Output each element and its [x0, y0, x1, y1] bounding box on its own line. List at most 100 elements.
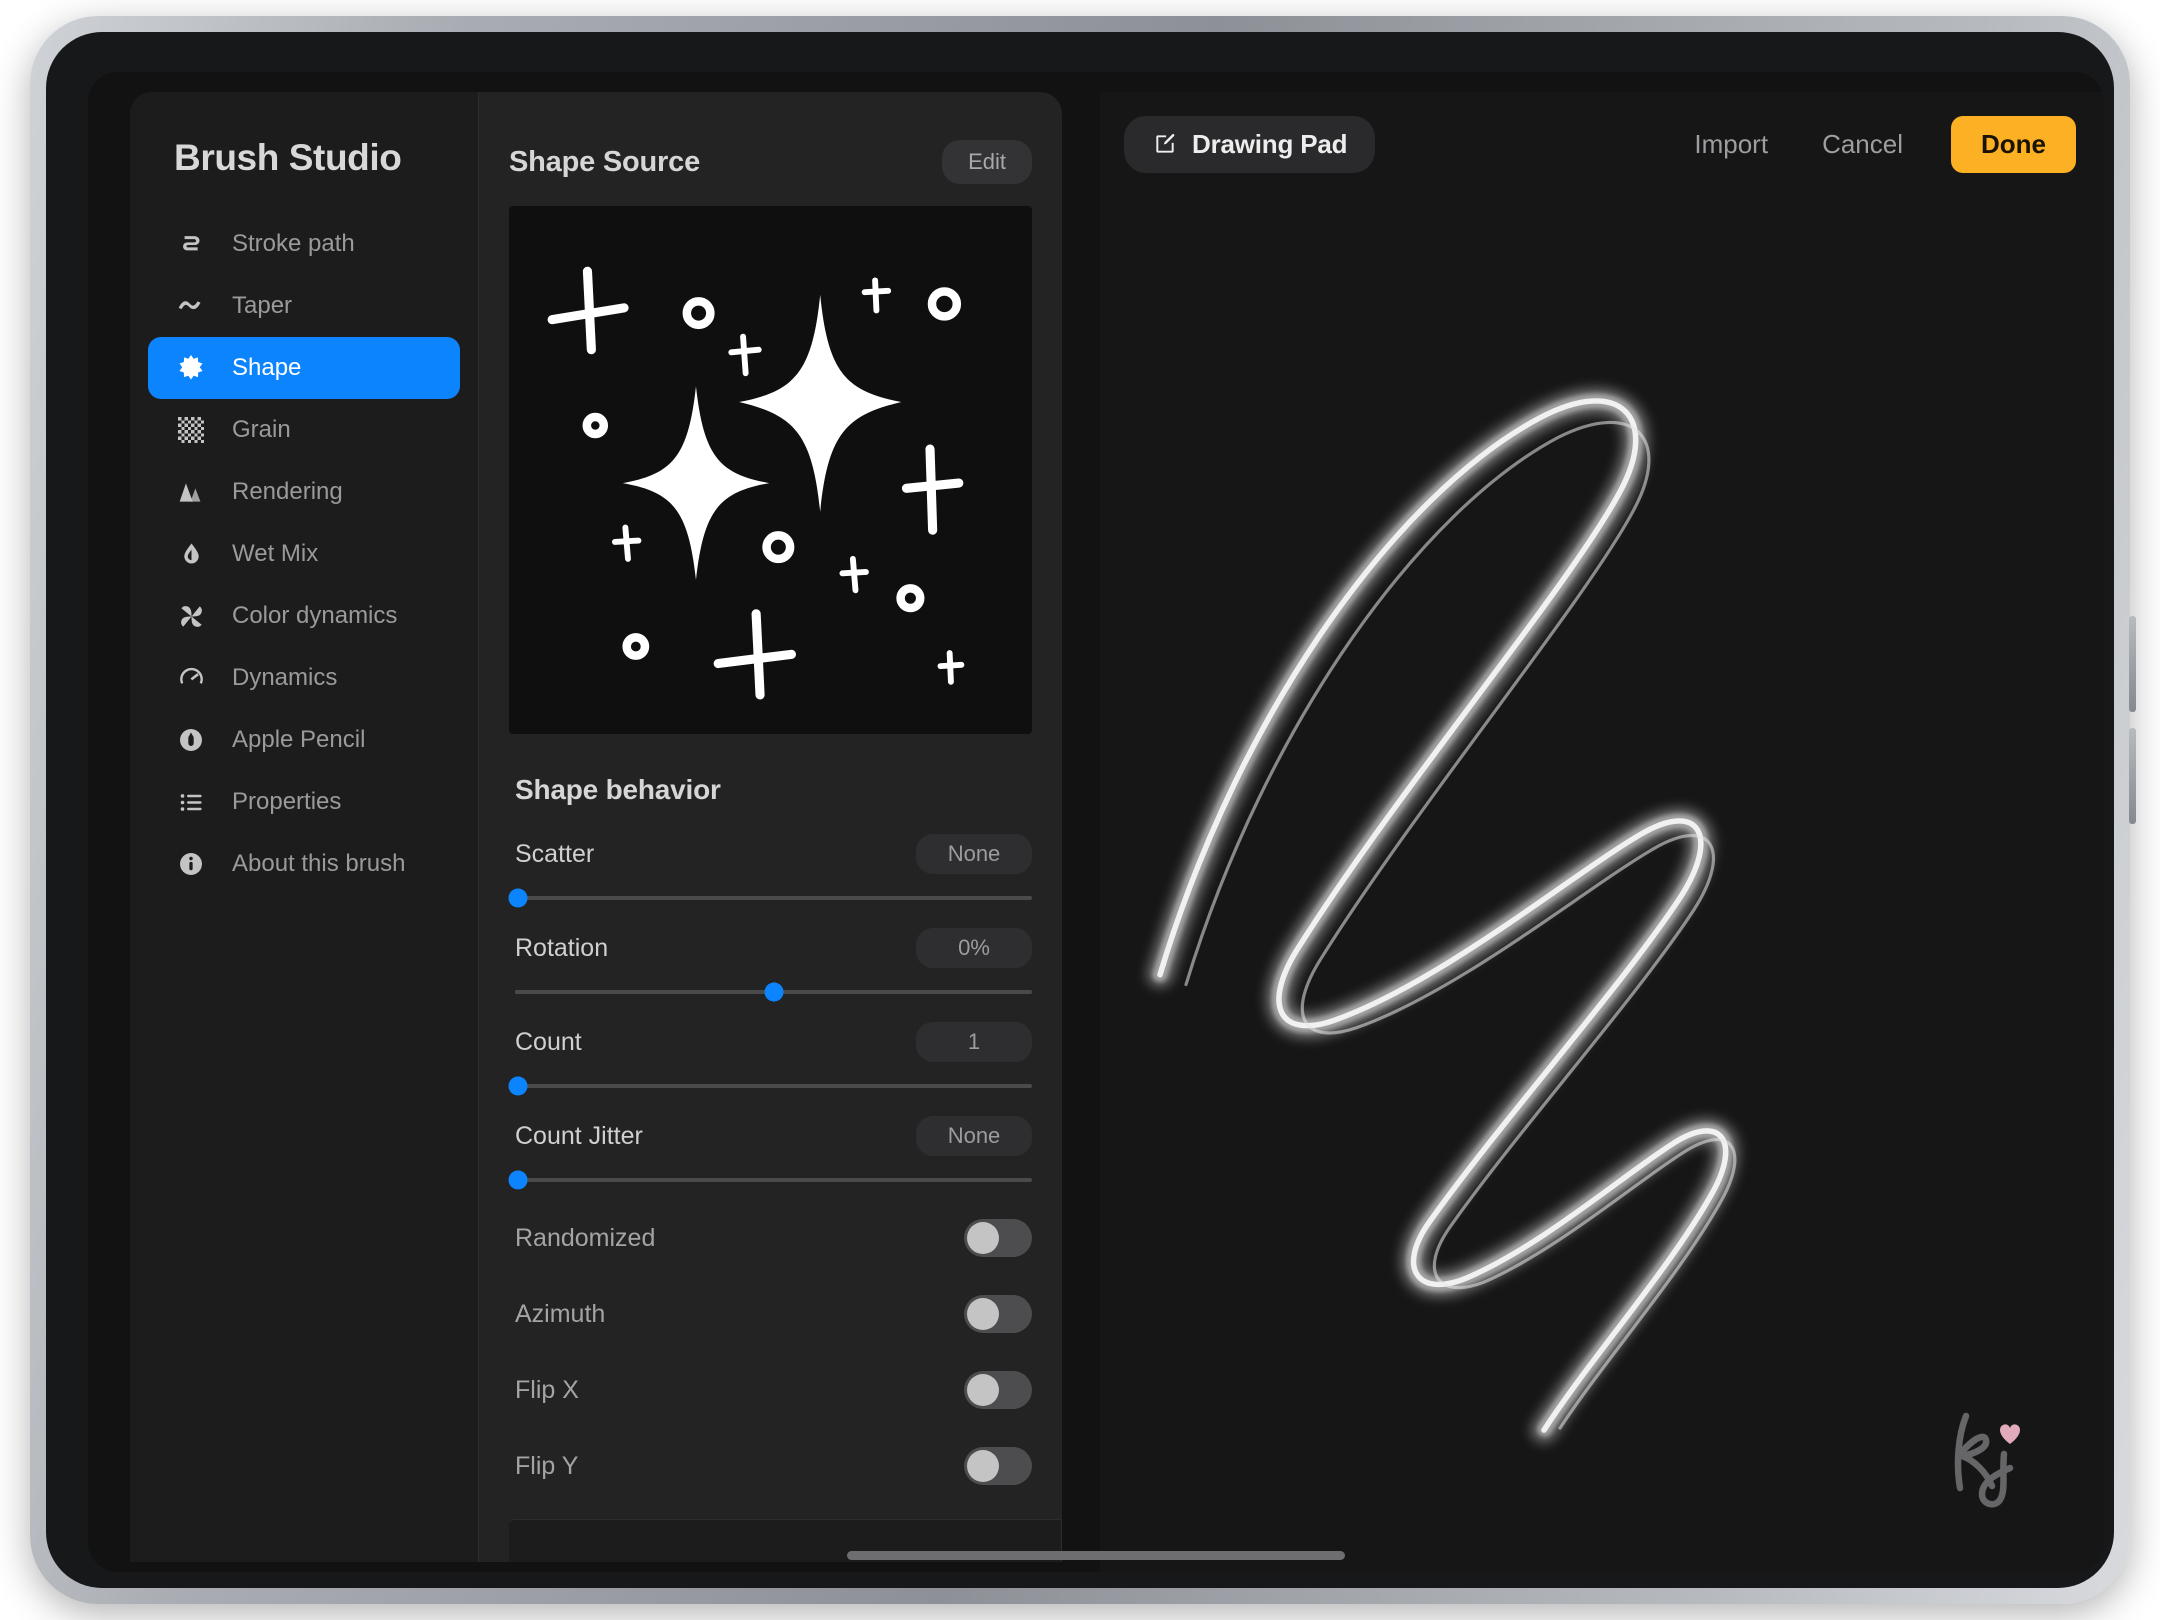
- info-icon: [174, 847, 208, 881]
- randomized-toggle[interactable]: [964, 1219, 1032, 1257]
- toggle-knob: [967, 1450, 999, 1482]
- slider-value: 1: [916, 1022, 1032, 1062]
- slider-value: 0%: [916, 928, 1032, 968]
- sidebar-item-taper[interactable]: Taper: [148, 275, 460, 337]
- flip-y-toggle[interactable]: [964, 1447, 1032, 1485]
- shape-settings-panel: Shape Source Edit Shape behavior Scatter…: [478, 92, 1062, 1562]
- slider-track[interactable]: [508, 1076, 1032, 1096]
- sidebar-item-properties[interactable]: Properties: [148, 771, 460, 833]
- slider-scatter[interactable]: Scatter None: [508, 834, 1032, 908]
- sidebar-nav-list: Stroke path Taper Shape Grain Rendering …: [130, 213, 478, 895]
- brush-studio-modal: Brush Studio Stroke path Taper Shape Gra…: [130, 92, 1062, 1562]
- drawing-pad-label: Drawing Pad: [1192, 128, 1348, 159]
- shape-source-title: Shape Source: [509, 145, 700, 178]
- drawing-pad-pane: Drawing Pad Import Cancel Done: [1100, 92, 2104, 1572]
- ipad-screen: Drawing Pad Import Cancel Done Brush Stu…: [88, 72, 2104, 1572]
- brush-studio-sidebar: Brush Studio Stroke path Taper Shape Gra…: [130, 92, 478, 1562]
- sidebar-item-label: Taper: [232, 292, 293, 319]
- toggle-label: Flip X: [515, 1375, 579, 1404]
- toggle-row-azimuth[interactable]: Azimuth: [515, 1276, 1032, 1352]
- list-icon: [174, 785, 208, 819]
- device-bezel: Drawing Pad Import Cancel Done Brush Stu…: [46, 32, 2114, 1588]
- brush-studio-topbar: Drawing Pad Import Cancel Done: [1100, 92, 2104, 196]
- grain-icon: [174, 413, 208, 447]
- slider-knob[interactable]: [764, 982, 783, 1002]
- slider-header: Scatter None: [515, 834, 1032, 874]
- sidebar-item-label: Rendering: [232, 478, 343, 505]
- slider-count-jitter[interactable]: Count Jitter None: [508, 1116, 1032, 1190]
- sidebar-item-label: Shape: [232, 354, 302, 381]
- taper-icon: [174, 289, 208, 323]
- slider-knob[interactable]: [508, 888, 528, 908]
- sidebar-item-label: Apple Pencil: [232, 726, 366, 753]
- ipad-device-frame: Drawing Pad Import Cancel Done Brush Stu…: [30, 16, 2136, 1604]
- rendering-icon: [174, 475, 208, 509]
- sidebar-item-stroke-path[interactable]: Stroke path: [148, 213, 460, 275]
- slider-value: None: [916, 1116, 1032, 1156]
- slider-value: None: [916, 834, 1032, 874]
- toggle-label: Randomized: [515, 1223, 656, 1252]
- toggle-label: Flip Y: [515, 1451, 579, 1480]
- cancel-button[interactable]: Cancel: [1816, 128, 1909, 161]
- slider-track[interactable]: [508, 1170, 1032, 1190]
- import-button[interactable]: Import: [1688, 128, 1774, 161]
- done-button[interactable]: Done: [1951, 115, 2076, 173]
- shape-star-icon: [174, 351, 208, 385]
- sidebar-item-label: About this brush: [232, 850, 406, 877]
- toggle-label: Azimuth: [515, 1299, 606, 1328]
- sidebar-item-wet-mix[interactable]: Wet Mix: [148, 523, 460, 585]
- slider-knob[interactable]: [508, 1170, 528, 1190]
- volume-down-button[interactable]: [2129, 728, 2136, 824]
- zigzag-stroke-group: [1147, 388, 1739, 1443]
- edit-button[interactable]: Edit: [942, 140, 1032, 184]
- toggle-knob: [967, 1298, 999, 1330]
- shape-source-header: Shape Source Edit: [479, 92, 1062, 184]
- sidebar-item-color-dynamics[interactable]: Color dynamics: [148, 585, 460, 647]
- slider-label: Scatter: [515, 839, 595, 868]
- sidebar-item-label: Grain: [232, 416, 291, 443]
- page-title: Brush Studio: [174, 137, 402, 178]
- pencil-square-icon: [1152, 131, 1178, 157]
- sidebar-item-apple-pencil[interactable]: Apple Pencil: [148, 709, 460, 771]
- sidebar-item-rendering[interactable]: Rendering: [148, 461, 460, 523]
- slider-header: Count Jitter None: [515, 1116, 1032, 1156]
- sidebar-item-label: Wet Mix: [232, 540, 319, 567]
- sidebar-item-grain[interactable]: Grain: [148, 399, 460, 461]
- drawing-canvas[interactable]: [1100, 196, 2104, 1572]
- sidebar-item-label: Stroke path: [232, 230, 355, 257]
- slider-rotation[interactable]: Rotation 0%: [515, 928, 1032, 1002]
- stroke-path-icon: [174, 227, 208, 261]
- slider-header: Rotation 0%: [515, 928, 1032, 968]
- pinwheel-icon: [174, 599, 208, 633]
- brush-stroke-preview: [1147, 388, 1739, 1443]
- heart-icon: [2000, 1424, 2020, 1444]
- sparkles-shape-stamp: [509, 208, 1032, 732]
- drawing-pad-chip[interactable]: Drawing Pad: [1124, 115, 1376, 173]
- slider-label: Count: [515, 1027, 582, 1056]
- toggle-knob: [967, 1222, 999, 1254]
- toggle-row-flip-y[interactable]: Flip Y: [515, 1428, 1032, 1504]
- toggle-row-flip-x[interactable]: Flip X: [515, 1352, 1032, 1428]
- slider-count[interactable]: Count 1: [508, 1022, 1032, 1096]
- flip-x-toggle[interactable]: [964, 1371, 1032, 1409]
- slider-label: Count Jitter: [515, 1121, 643, 1150]
- water-drop-icon: [174, 537, 208, 571]
- home-indicator[interactable]: [847, 1551, 1345, 1560]
- volume-up-button[interactable]: [2129, 616, 2136, 712]
- slider-track[interactable]: [508, 888, 1032, 908]
- slider-knob[interactable]: [508, 1076, 528, 1096]
- kj-heart-watermark: [1954, 1412, 2020, 1508]
- sidebar-item-shape[interactable]: Shape: [148, 337, 460, 399]
- speedometer-icon: [174, 661, 208, 695]
- slider-label: Rotation: [515, 933, 609, 962]
- azimuth-toggle[interactable]: [964, 1295, 1032, 1333]
- slider-track[interactable]: [515, 982, 1032, 1002]
- shape-behavior-title: Shape behavior: [515, 774, 721, 805]
- slider-header: Count 1: [515, 1022, 1032, 1062]
- shape-source-preview[interactable]: [509, 206, 1032, 734]
- toggle-row-randomized[interactable]: Randomized: [515, 1200, 1032, 1276]
- sidebar-item-dynamics[interactable]: Dynamics: [148, 647, 460, 709]
- sidebar-item-label: Color dynamics: [232, 602, 398, 629]
- sidebar-item-about-this-brush[interactable]: About this brush: [148, 833, 460, 895]
- sidebar-item-label: Dynamics: [232, 664, 338, 691]
